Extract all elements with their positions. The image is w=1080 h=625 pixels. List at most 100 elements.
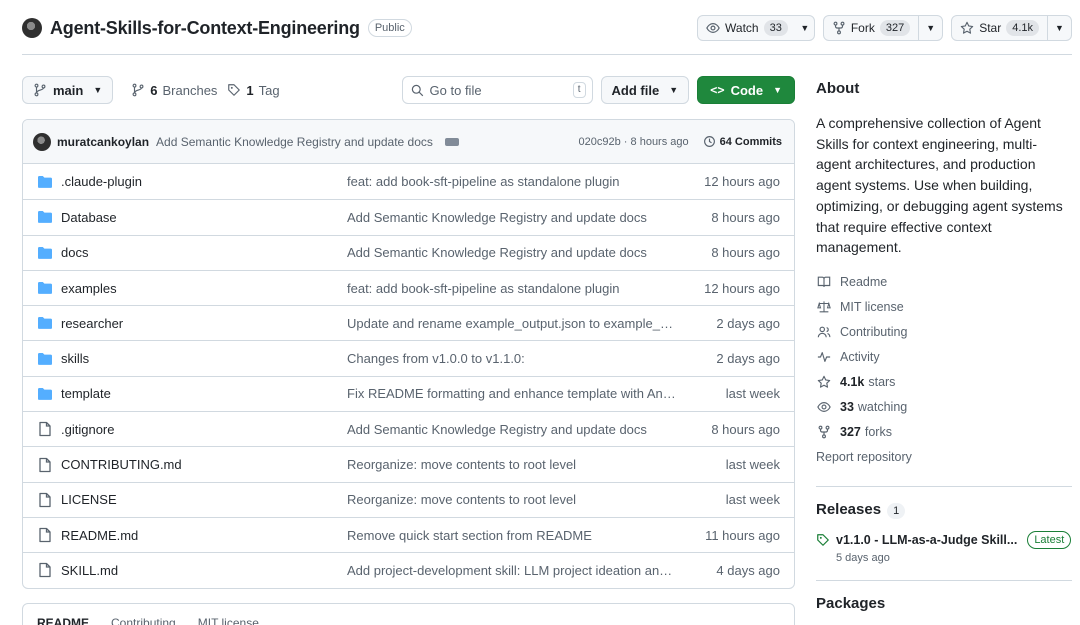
visibility-badge: Public xyxy=(367,19,412,37)
latest-commit-bar: muratcankoylan Add Semantic Knowledge Re… xyxy=(23,120,794,164)
owner-avatar[interactable] xyxy=(22,18,42,38)
table-row[interactable]: .gitignore Add Semantic Knowledge Registr… xyxy=(23,411,794,446)
file-commit-message[interactable]: Fix README formatting and enhance templa… xyxy=(347,386,677,401)
report-repository-link[interactable]: Report repository xyxy=(816,445,1072,470)
fork-icon xyxy=(832,21,846,35)
about-link[interactable]: Contributing xyxy=(816,320,1072,345)
file-commit-message[interactable]: Add project-development skill: LLM proje… xyxy=(347,563,677,578)
branches-label: Branches xyxy=(162,82,218,98)
branches-link[interactable]: 6 Branches xyxy=(131,83,217,98)
search-icon xyxy=(411,84,424,97)
file-name[interactable]: Database xyxy=(61,210,347,225)
latest-release[interactable]: v1.1.0 - LLM-as-a-Judge Skill... Latest … xyxy=(816,530,1072,564)
file-commit-message[interactable]: feat: add book-sft-pipeline as standalon… xyxy=(347,281,677,296)
file-commit-message[interactable]: Remove quick start section from README xyxy=(347,528,677,543)
tags-count: 1 xyxy=(246,82,254,98)
code-icon: <> xyxy=(710,83,725,97)
file-name[interactable]: .gitignore xyxy=(61,422,347,437)
file-commit-message[interactable]: Add Semantic Knowledge Registry and upda… xyxy=(347,245,677,260)
chevron-down-icon[interactable]: ▼ xyxy=(796,16,814,40)
about-link[interactable]: 4.1k stars xyxy=(816,370,1072,395)
pulse-icon xyxy=(816,350,832,364)
about-link-label: Readme xyxy=(840,275,888,290)
file-name[interactable]: SKILL.md xyxy=(61,563,347,578)
file-name[interactable]: skills xyxy=(61,351,347,366)
table-row[interactable]: skills Changes from v1.0.0 to v1.1.0: 2 da… xyxy=(23,340,794,375)
file-name[interactable]: template xyxy=(61,386,347,401)
fork-icon xyxy=(816,425,832,439)
file-commit-time: last week xyxy=(725,386,780,402)
file-commit-message[interactable]: feat: add book-sft-pipeline as standalon… xyxy=(347,174,677,189)
file-commit-message[interactable]: Add Semantic Knowledge Registry and upda… xyxy=(347,422,677,437)
file-commit-message[interactable]: Reorganize: move contents to root level xyxy=(347,492,677,507)
go-to-file-input[interactable]: Go to file t xyxy=(401,76,593,104)
table-row[interactable]: .claude-plugin feat: add book-sft-pipelin… xyxy=(23,164,794,199)
watch-button[interactable]: Watch 33 ▼ xyxy=(697,15,815,41)
file-name[interactable]: researcher xyxy=(61,316,347,331)
file-icon xyxy=(37,421,53,437)
tags-link[interactable]: 1 Tag xyxy=(227,82,280,98)
chevron-down-icon: ▼ xyxy=(773,85,782,95)
packages-heading[interactable]: Packages xyxy=(816,595,1072,612)
code-button[interactable]: <> Code ▼ xyxy=(697,76,795,104)
author-avatar[interactable] xyxy=(33,132,51,151)
search-placeholder: Go to file xyxy=(429,82,482,98)
star-button[interactable]: Star 4.1k ▼ xyxy=(951,15,1072,41)
table-row[interactable]: Database Add Semantic Knowledge Registry … xyxy=(23,199,794,234)
folder-icon xyxy=(37,316,53,330)
folder-icon xyxy=(37,281,53,295)
scale-icon xyxy=(816,300,832,314)
star-count: 4.1k xyxy=(1006,20,1039,36)
file-commit-time: last week xyxy=(725,457,780,473)
about-link[interactable]: 327 forks xyxy=(816,420,1072,445)
add-file-button[interactable]: Add file ▼ xyxy=(600,76,690,104)
file-name[interactable]: README.md xyxy=(61,528,347,543)
table-row[interactable]: researcher Update and rename example_outp… xyxy=(23,305,794,340)
about-link[interactable]: MIT license xyxy=(816,295,1072,320)
table-row[interactable]: README.md Remove quick start section from… xyxy=(23,516,794,552)
tab-license[interactable]: MIT license xyxy=(198,616,259,625)
fork-button[interactable]: Fork 327 ▼ xyxy=(822,15,944,41)
table-row[interactable]: CONTRIBUTING.md Reorganize: move contents… xyxy=(23,446,794,481)
tab-readme[interactable]: README xyxy=(37,616,89,625)
repo-actions: Watch 33 ▼ Fork 327 ▼ Star 4.1k ▼ xyxy=(697,15,1072,41)
about-link-count: 33 xyxy=(840,400,854,415)
releases-heading[interactable]: Releases 1 xyxy=(816,501,1072,519)
commit-meta[interactable]: 020c92b · 8 hours ago xyxy=(579,136,689,148)
chevron-down-icon[interactable]: ▼ xyxy=(918,16,942,40)
folder-icon xyxy=(37,210,53,224)
repo-page: Agent-Skills-for-Context-Engineering Pub… xyxy=(0,0,1080,625)
tags-label: Tag xyxy=(258,82,280,98)
star-icon xyxy=(816,375,832,389)
commits-link[interactable]: 64 Commits xyxy=(703,135,782,148)
repo-title[interactable]: Agent-Skills-for-Context-Engineering xyxy=(50,18,360,39)
sidebar-divider xyxy=(816,485,1072,487)
expand-commit-button[interactable] xyxy=(444,137,459,146)
about-link[interactable]: Readme xyxy=(816,270,1072,295)
file-commit-message[interactable]: Reorganize: move contents to root level xyxy=(347,457,677,472)
table-row[interactable]: examples feat: add book-sft-pipeline as s… xyxy=(23,269,794,305)
file-commit-message[interactable]: Update and rename example_output.json to… xyxy=(347,316,677,331)
file-commit-message[interactable]: Add Semantic Knowledge Registry and upda… xyxy=(347,210,677,225)
file-name[interactable]: docs xyxy=(61,245,347,260)
about-link-label: watching xyxy=(857,400,908,415)
commit-author[interactable]: muratcankoylan xyxy=(57,135,149,149)
file-name[interactable]: LICENSE xyxy=(61,492,347,507)
commit-message[interactable]: Add Semantic Knowledge Registry and upda… xyxy=(156,135,433,149)
file-commit-message[interactable]: Changes from v1.0.0 to v1.1.0: xyxy=(347,351,677,366)
branch-select-button[interactable]: main ▼ xyxy=(22,76,114,104)
latest-badge: Latest xyxy=(1027,530,1072,549)
chevron-down-icon[interactable]: ▼ xyxy=(1047,16,1071,40)
table-row[interactable]: docs Add Semantic Knowledge Registry and … xyxy=(23,234,794,270)
table-row[interactable]: template Fix README formatting and enhanc… xyxy=(23,375,794,411)
table-row[interactable]: SKILL.md Add project-development skill: L… xyxy=(23,552,794,587)
about-link[interactable]: Activity xyxy=(816,345,1072,370)
tab-contributing[interactable]: Contributing xyxy=(111,616,176,625)
about-link[interactable]: 33 watching xyxy=(816,395,1072,420)
file-name[interactable]: CONTRIBUTING.md xyxy=(61,457,347,472)
table-row[interactable]: LICENSE Reorganize: move contents to root… xyxy=(23,481,794,517)
file-icon xyxy=(37,457,53,473)
sidebar-divider xyxy=(816,579,1072,581)
file-name[interactable]: .claude-plugin xyxy=(61,174,347,189)
file-name[interactable]: examples xyxy=(61,281,347,296)
